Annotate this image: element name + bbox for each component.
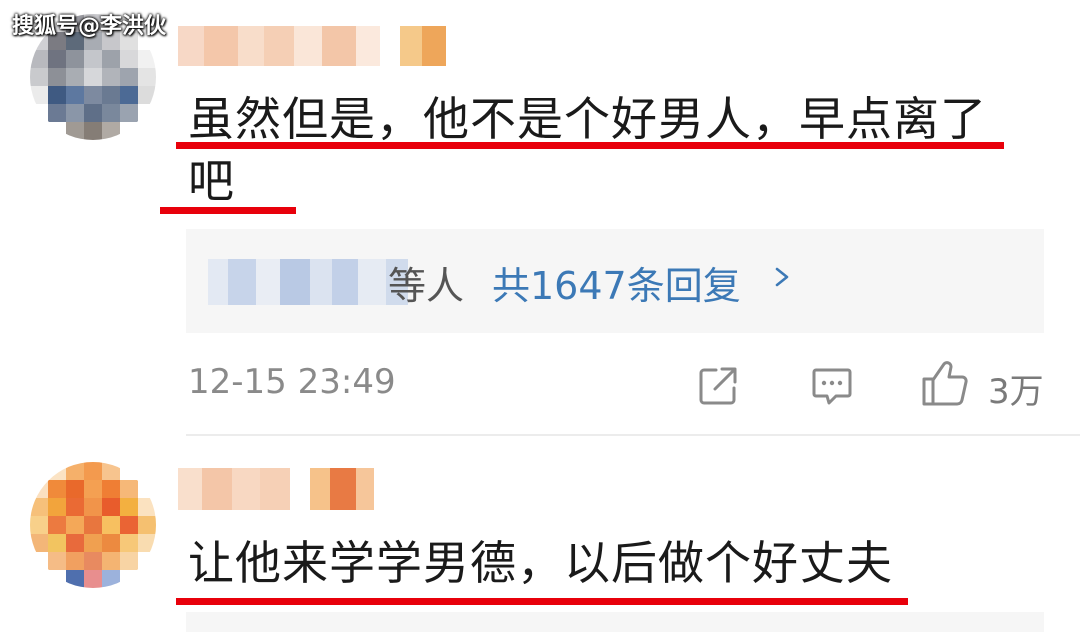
comment-divider [186,434,1080,436]
highlight-underline [176,598,908,605]
share-icon[interactable] [696,364,740,408]
comment-text-line2: 吧 [188,154,235,208]
comment-icon[interactable] [810,364,854,408]
avatar[interactable] [30,462,156,588]
watermark: 搜狐号@李洪伙 [12,14,167,39]
reply-suffix: 等人 [388,264,465,308]
comment-text-line1: 虽然但是，他不是个好男人，早点离了 [188,92,987,146]
highlight-underline [176,142,1004,149]
reply-usernames [208,259,408,305]
highlight-underline [160,207,296,214]
username[interactable] [178,468,374,510]
like-icon[interactable] [920,358,970,408]
username[interactable] [178,26,446,66]
like-count: 3万 [988,372,1044,412]
replies-box[interactable]: 等人 共1647条回复 [186,229,1044,333]
timestamp: 12-15 23:49 [188,362,396,402]
replies-box[interactable] [186,612,1044,632]
chevron-right-icon[interactable] [772,267,792,287]
comment-text-line1: 让他来学学男德，以后做个好丈夫 [188,536,893,590]
reply-count-link[interactable]: 共1647条回复 [492,255,741,310]
